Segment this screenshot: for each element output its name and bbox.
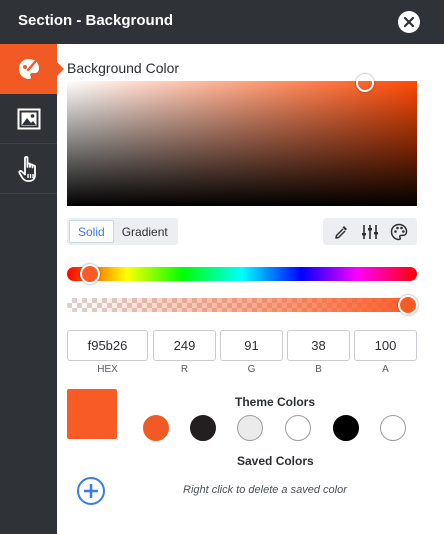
red-label: R <box>180 364 189 375</box>
alpha-input[interactable] <box>354 330 417 361</box>
alpha-slider-handle[interactable] <box>398 295 418 315</box>
alpha-label: A <box>382 364 389 375</box>
color-mode-toggle: Solid Gradient <box>67 218 178 245</box>
theme-color-swatch[interactable] <box>143 415 169 441</box>
color-sliders-button[interactable] <box>359 221 381 243</box>
red-input[interactable] <box>153 330 216 361</box>
hex-input[interactable] <box>67 330 148 361</box>
sidebar <box>0 44 64 534</box>
theme-color-swatch[interactable] <box>380 415 406 441</box>
alpha-slider[interactable] <box>67 298 417 312</box>
blue-label: B <box>315 364 322 375</box>
theme-color-swatch[interactable] <box>237 415 263 441</box>
gradient-mode-button[interactable]: Gradient <box>114 220 176 243</box>
add-saved-color-button[interactable] <box>77 477 105 505</box>
paint-palette-icon <box>18 59 39 79</box>
hand-pointer-icon <box>17 155 36 182</box>
eyedropper-icon <box>335 225 348 239</box>
sliders-icon <box>361 224 378 239</box>
close-icon <box>404 17 414 27</box>
image-icon <box>17 108 40 129</box>
background-color-label: Background Color <box>67 60 180 76</box>
alpha-gradient <box>67 298 417 312</box>
theme-color-swatch[interactable] <box>285 415 311 441</box>
hex-label: HEX <box>97 364 118 375</box>
palette-button[interactable] <box>388 221 410 243</box>
blue-input[interactable] <box>287 330 350 361</box>
panel-title: Section - Background <box>18 12 174 29</box>
solid-mode-button[interactable]: Solid <box>69 220 114 243</box>
palette-icon <box>390 223 407 240</box>
current-color-preview <box>67 389 117 439</box>
eyedropper-button[interactable] <box>330 221 352 243</box>
title-bar: Section - Background <box>0 0 444 44</box>
plus-icon <box>84 484 98 498</box>
picker-tools <box>323 218 417 245</box>
hue-slider[interactable] <box>67 267 417 281</box>
hue-slider-handle[interactable] <box>80 264 100 284</box>
saturation-value-area[interactable] <box>67 81 417 206</box>
tab-background-color[interactable] <box>0 44 64 94</box>
green-label: G <box>247 364 256 375</box>
green-input[interactable] <box>220 330 283 361</box>
theme-color-swatch[interactable] <box>190 415 216 441</box>
close-button[interactable] <box>398 11 420 33</box>
theme-color-swatch[interactable] <box>333 415 359 441</box>
tab-interaction[interactable] <box>0 144 57 194</box>
theme-colors-label: Theme Colors <box>235 395 316 409</box>
saved-colors-label: Saved Colors <box>237 454 314 468</box>
saturation-value-handle[interactable] <box>356 74 374 92</box>
tab-background-image[interactable] <box>0 94 57 144</box>
saved-colors-hint: Right click to delete a saved color <box>183 484 347 496</box>
